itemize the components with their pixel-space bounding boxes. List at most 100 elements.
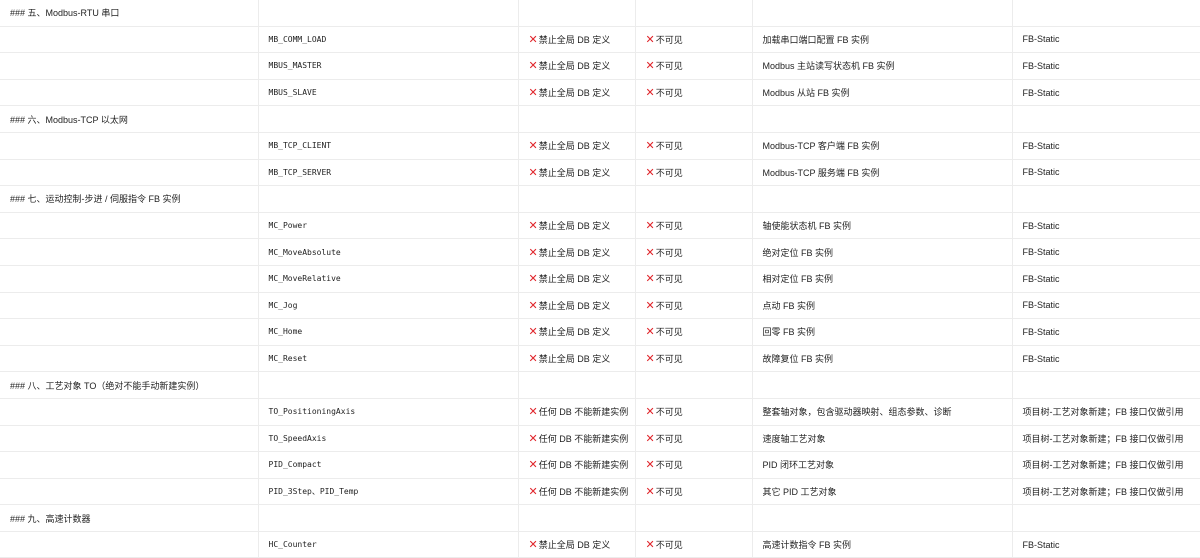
description: 相对定位 FB 实例 [752, 265, 1013, 293]
storage: FB-Static [1012, 52, 1200, 80]
empty-cell [0, 212, 259, 240]
cross-mark-icon: ✕ [528, 33, 538, 46]
instance-name: MC_Reset [258, 345, 519, 373]
instance-name: HC_Counter [258, 531, 519, 558]
storage: 项目树-工艺对象新建；FB 接口仅做引用 [1012, 451, 1200, 479]
cross-mark-icon: ✕ [645, 60, 655, 73]
empty-cell [258, 0, 519, 27]
db-rule: 禁止全局 DB 定义 [538, 540, 611, 551]
empty-cell [1012, 105, 1200, 133]
instance-name: TO_SpeedAxis [258, 425, 519, 453]
section-row: ### 八、工艺对象 TO（绝对不能手动新建实例） [0, 371, 1200, 399]
cross-mark-icon: ✕ [528, 406, 538, 419]
section-title: ### 六、Modbus-TCP 以太网 [0, 105, 259, 133]
cross-mark-icon: ✕ [645, 459, 655, 472]
db-rule-cell: ✕任何 DB 不能新建实例 [518, 398, 636, 426]
visibility-cell: ✕不可见 [635, 265, 753, 293]
cross-mark-icon: ✕ [528, 166, 538, 179]
description: 故障复位 FB 实例 [752, 345, 1013, 373]
db-rule-cell: ✕禁止全局 DB 定义 [518, 265, 636, 293]
storage: FB-Static [1012, 345, 1200, 373]
db-rule-cell: ✕禁止全局 DB 定义 [518, 26, 636, 54]
visibility: 不可见 [655, 433, 683, 444]
description: Modbus-TCP 客户端 FB 实例 [752, 132, 1013, 160]
cross-mark-icon: ✕ [528, 220, 538, 233]
visibility-cell: ✕不可见 [635, 478, 753, 506]
cross-mark-icon: ✕ [528, 459, 538, 472]
db-rule-cell: ✕禁止全局 DB 定义 [518, 212, 636, 240]
cross-mark-icon: ✕ [528, 432, 538, 445]
instance-name: MC_Jog [258, 292, 519, 320]
visibility-cell: ✕不可见 [635, 26, 753, 54]
visibility-cell: ✕不可见 [635, 212, 753, 240]
storage: 项目树-工艺对象新建；FB 接口仅做引用 [1012, 398, 1200, 426]
visibility-cell: ✕不可见 [635, 52, 753, 80]
table-row: MC_MoveRelative ✕禁止全局 DB 定义 ✕不可见 相对定位 FB 实例… [0, 265, 1200, 293]
cross-mark-icon: ✕ [645, 87, 655, 100]
visibility-cell: ✕不可见 [635, 238, 753, 266]
description: Modbus 从站 FB 实例 [752, 79, 1013, 107]
table-row: PID_3Step、PID_Temp ✕任何 DB 不能新建实例 ✕不可见 其它 PI… [0, 478, 1200, 506]
visibility-cell: ✕不可见 [635, 425, 753, 453]
storage: FB-Static [1012, 212, 1200, 240]
empty-cell [0, 318, 259, 346]
cross-mark-icon: ✕ [645, 166, 655, 179]
cross-mark-icon: ✕ [528, 140, 538, 153]
db-rule-cell: ✕任何 DB 不能新建实例 [518, 451, 636, 479]
section-title: ### 九、高速计数器 [0, 504, 259, 532]
empty-cell [258, 185, 519, 213]
section-title: ### 七、运动控制-步进 / 伺服指令 FB 实例 [0, 185, 259, 213]
cross-mark-icon: ✕ [645, 406, 655, 419]
cross-mark-icon: ✕ [528, 299, 538, 312]
visibility: 不可见 [655, 460, 683, 471]
section-row: ### 七、运动控制-步进 / 伺服指令 FB 实例 [0, 185, 1200, 213]
description: 高速计数指令 FB 实例 [752, 531, 1013, 558]
cross-mark-icon: ✕ [528, 60, 538, 73]
db-rule-cell: ✕任何 DB 不能新建实例 [518, 425, 636, 453]
description: 整套轴对象，包含驱动器映射、组态参数、诊断 [752, 398, 1013, 426]
table-row: MB_TCP_SERVER ✕禁止全局 DB 定义 ✕不可见 Modbus-TCP 服… [0, 159, 1200, 187]
visibility-cell: ✕不可见 [635, 345, 753, 373]
cross-mark-icon: ✕ [645, 299, 655, 312]
empty-cell [635, 105, 753, 133]
empty-cell [0, 425, 259, 453]
visibility: 不可见 [655, 300, 683, 311]
visibility: 不可见 [655, 61, 683, 72]
instance-name: MB_TCP_CLIENT [258, 132, 519, 160]
storage: FB-Static [1012, 159, 1200, 187]
db-rule-cell: ✕禁止全局 DB 定义 [518, 345, 636, 373]
db-rule-cell: ✕禁止全局 DB 定义 [518, 52, 636, 80]
db-rule-cell: ✕禁止全局 DB 定义 [518, 159, 636, 187]
visibility: 不可见 [655, 221, 683, 232]
empty-cell [518, 371, 636, 399]
empty-cell [518, 105, 636, 133]
empty-cell [518, 185, 636, 213]
visibility: 不可见 [655, 34, 683, 45]
empty-cell [0, 478, 259, 506]
instance-name: MBUS_MASTER [258, 52, 519, 80]
visibility-cell: ✕不可见 [635, 451, 753, 479]
instance-name: PID_Compact [258, 451, 519, 479]
table-row: MC_Power ✕禁止全局 DB 定义 ✕不可见 轴使能状态机 FB 实例 FB-St… [0, 212, 1200, 240]
section-row: ### 九、高速计数器 [0, 504, 1200, 532]
visibility: 不可见 [655, 354, 683, 365]
table-row: MC_Home ✕禁止全局 DB 定义 ✕不可见 回零 FB 实例 FB-Static [0, 318, 1200, 346]
storage: FB-Static [1012, 238, 1200, 266]
db-rule: 禁止全局 DB 定义 [538, 247, 611, 258]
db-rule: 禁止全局 DB 定义 [538, 300, 611, 311]
description: 绝对定位 FB 实例 [752, 238, 1013, 266]
description: 回零 FB 实例 [752, 318, 1013, 346]
instance-name: MC_Home [258, 318, 519, 346]
db-rule: 禁止全局 DB 定义 [538, 34, 611, 45]
visibility: 不可见 [655, 141, 683, 152]
empty-cell [752, 504, 1013, 532]
table-row: MB_COMM_LOAD ✕禁止全局 DB 定义 ✕不可见 加载串口端口配置 FB 实… [0, 26, 1200, 54]
cross-mark-icon: ✕ [528, 485, 538, 498]
instance-name: MC_MoveRelative [258, 265, 519, 293]
cross-mark-icon: ✕ [645, 485, 655, 498]
db-rule-cell: ✕禁止全局 DB 定义 [518, 238, 636, 266]
storage: FB-Static [1012, 531, 1200, 558]
empty-cell [258, 105, 519, 133]
storage: FB-Static [1012, 79, 1200, 107]
description: Modbus-TCP 服务端 FB 实例 [752, 159, 1013, 187]
